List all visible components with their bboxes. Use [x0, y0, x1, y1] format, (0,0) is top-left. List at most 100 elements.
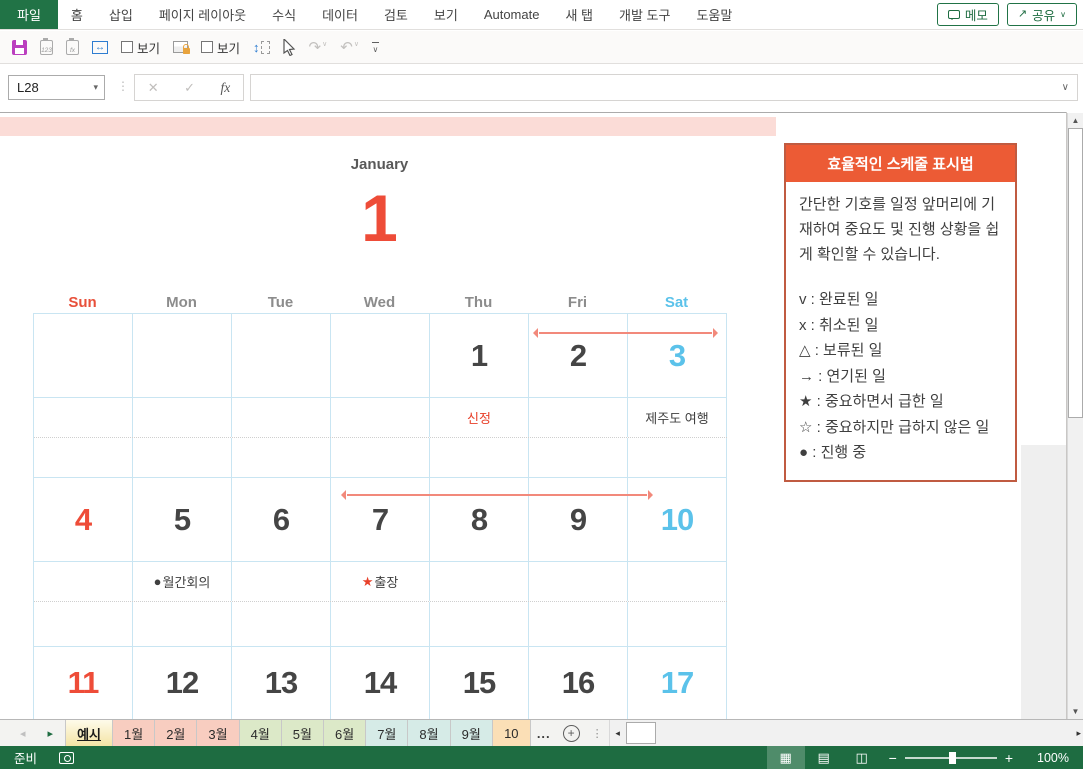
empty-cell[interactable] [331, 438, 430, 477]
date-cell[interactable]: 1 [430, 314, 529, 397]
ribbon-tab-view[interactable]: 보기 [421, 0, 471, 29]
date-cell[interactable]: 2 [529, 314, 628, 397]
note-cell[interactable] [232, 398, 331, 437]
ribbon-tab-new-tab[interactable]: 새 탭 [552, 0, 606, 29]
formula-bar-expand-icon[interactable]: ∨ [1062, 82, 1069, 93]
date-cell[interactable]: 9 [529, 478, 628, 561]
note-cell[interactable] [232, 562, 331, 601]
zoom-in-button[interactable]: + [997, 750, 1021, 766]
date-cell[interactable]: 6 [232, 478, 331, 561]
ribbon-tab-review[interactable]: 검토 [371, 0, 421, 29]
scroll-down-button[interactable]: ▼ [1068, 704, 1083, 719]
empty-cell[interactable] [34, 438, 133, 477]
new-sheet-button[interactable]: + [562, 724, 580, 742]
cancel-button[interactable]: ✕ [148, 80, 159, 96]
ribbon-tab-data[interactable]: 데이터 [309, 0, 371, 29]
protect-table-button[interactable] [173, 41, 191, 54]
date-cell[interactable]: 13 [232, 647, 331, 719]
empty-cell[interactable] [628, 438, 727, 477]
window-split-button[interactable]: ↔ [92, 40, 108, 54]
ribbon-tab-insert[interactable]: 삽입 [96, 0, 146, 29]
zoom-level-label[interactable]: 100% [1031, 751, 1069, 765]
date-cell[interactable]: 12 [133, 647, 232, 719]
toolbar-overflow-button[interactable]: ∨ [371, 42, 379, 54]
normal-view-button[interactable]: ▦ [766, 746, 805, 769]
sheet-nav-right-icon[interactable]: ▸ [48, 727, 54, 740]
date-cell[interactable]: 11 [34, 647, 133, 719]
date-cell[interactable]: 3 [628, 314, 727, 397]
note-cell[interactable]: ★ 출장 [331, 562, 430, 601]
name-box-dropdown-icon[interactable]: ▾ [93, 82, 98, 93]
date-cell[interactable] [331, 314, 430, 397]
date-cell[interactable]: 14 [331, 647, 430, 719]
note-cell[interactable] [34, 398, 133, 437]
insert-function-button[interactable]: fx [220, 80, 230, 96]
scroll-left-button[interactable]: ◂ [610, 720, 626, 746]
date-cell[interactable]: 4 [34, 478, 133, 561]
date-cell[interactable]: 16 [529, 647, 628, 719]
redo-button[interactable]: ↷ ∨ [309, 38, 328, 56]
ribbon-tab-help[interactable]: 도움말 [683, 0, 745, 29]
zoom-out-button[interactable]: − [881, 750, 905, 766]
sheet-tab-example[interactable]: 예시 [65, 720, 113, 746]
scroll-up-button[interactable]: ▲ [1068, 113, 1083, 128]
sheet-tab-apr[interactable]: 4월 [239, 720, 282, 746]
note-cell[interactable] [529, 398, 628, 437]
sheet-tab-mar[interactable]: 3월 [197, 720, 240, 746]
empty-cell[interactable] [430, 438, 529, 477]
note-cell[interactable] [331, 398, 430, 437]
date-cell[interactable] [232, 314, 331, 397]
horizontal-scrollbar[interactable]: ◂ ▸ [608, 720, 1083, 746]
checkbox-icon[interactable] [201, 41, 214, 53]
note-cell[interactable]: ● 월간회의 [133, 562, 232, 601]
comments-button[interactable]: 메모 [936, 3, 999, 26]
note-cell[interactable]: 신정 [430, 398, 529, 437]
ribbon-tab-home[interactable]: 홈 [58, 0, 96, 29]
sheet-tab-may[interactable]: 5월 [281, 720, 324, 746]
sheet-tab-sep[interactable]: 9월 [450, 720, 493, 746]
view-checkbox-1[interactable]: 보기 [121, 38, 160, 57]
row-height-button[interactable]: ↕ [253, 40, 270, 55]
name-box[interactable]: L28 ▾ [8, 75, 105, 100]
ribbon-tab-automate[interactable]: Automate [471, 0, 553, 29]
empty-cell[interactable] [430, 602, 529, 646]
note-cell[interactable] [529, 562, 628, 601]
vertical-scrollbar[interactable]: ▲ ▼ [1067, 113, 1083, 719]
sheet-tab-jan[interactable]: 1월 [112, 720, 156, 746]
checkbox-icon[interactable] [121, 41, 133, 53]
vertical-scrollbar-thumb[interactable] [1068, 128, 1083, 418]
horizontal-scrollbar-thumb[interactable] [625, 722, 656, 744]
paste-formula-button[interactable]: fx [66, 37, 79, 55]
note-cell[interactable] [430, 562, 529, 601]
zoom-slider-thumb[interactable] [948, 751, 956, 764]
accessibility-checker-icon[interactable] [59, 751, 75, 764]
date-cell[interactable]: 17 [628, 647, 727, 719]
date-cell[interactable]: 8 [430, 478, 529, 561]
save-button[interactable] [12, 39, 27, 55]
scroll-right-button[interactable]: ▸ [1076, 720, 1081, 746]
empty-cell[interactable] [529, 438, 628, 477]
paste-values-button[interactable]: 123 [40, 37, 53, 55]
sheet-tab-jun[interactable]: 6월 [324, 720, 367, 746]
note-cell[interactable] [34, 562, 133, 601]
empty-cell[interactable] [133, 602, 232, 646]
redo-dropdown-icon[interactable]: ∨ [322, 40, 327, 48]
ribbon-tab-page-layout[interactable]: 페이지 레이아웃 [146, 0, 259, 29]
date-cell[interactable]: 15 [430, 647, 529, 719]
ribbon-tab-file[interactable]: 파일 [0, 0, 58, 29]
note-cell[interactable]: 제주도 여행 [628, 398, 727, 437]
sheet-tab-feb[interactable]: 2월 [155, 720, 198, 746]
note-cell[interactable] [133, 398, 232, 437]
empty-cell[interactable] [34, 602, 133, 646]
share-button[interactable]: ↗ 공유 ∨ [1006, 3, 1077, 26]
date-cell[interactable] [34, 314, 133, 397]
undo-button[interactable]: ↶ ∨ [340, 38, 359, 56]
select-pointer-button[interactable] [282, 38, 296, 56]
sheet-nav-left-icon[interactable]: ◂ [20, 727, 26, 740]
sheet-tab-jul[interactable]: 7월 [366, 720, 409, 746]
empty-cell[interactable] [529, 602, 628, 646]
header-pink-band[interactable] [0, 117, 776, 136]
date-cell[interactable] [133, 314, 232, 397]
ribbon-tab-formulas[interactable]: 수식 [259, 0, 309, 29]
undo-dropdown-icon[interactable]: ∨ [354, 40, 359, 48]
